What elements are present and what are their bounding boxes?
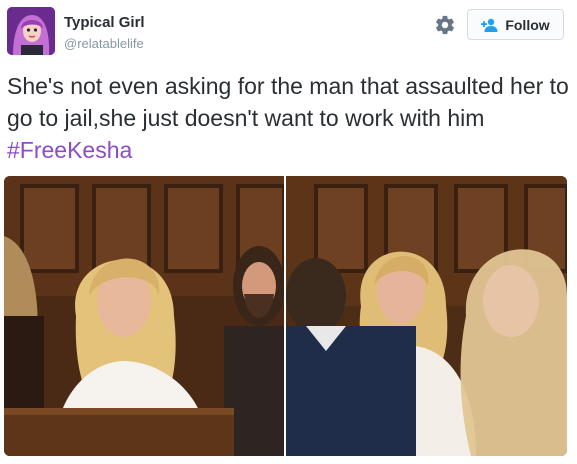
hashtag-link[interactable]: #FreeKesha <box>7 137 132 163</box>
author-handle[interactable]: @relatablelife <box>64 36 144 51</box>
tweet-photo-left[interactable] <box>4 176 284 456</box>
author-display-name[interactable]: Typical Girl <box>64 14 145 31</box>
add-person-icon <box>481 18 498 32</box>
follow-button[interactable]: Follow <box>467 9 564 40</box>
tweet-body: She's not even asking for the man that a… <box>7 73 569 131</box>
courtroom-photo-left <box>4 176 284 456</box>
gear-icon[interactable] <box>434 14 456 36</box>
tweet-photo-right[interactable] <box>286 176 567 456</box>
author-avatar[interactable] <box>7 7 55 55</box>
courtroom-photo-right <box>286 176 567 456</box>
tweet-text: She's not even asking for the man that a… <box>7 70 572 166</box>
follow-label: Follow <box>505 16 550 33</box>
avatar-image <box>7 7 55 55</box>
